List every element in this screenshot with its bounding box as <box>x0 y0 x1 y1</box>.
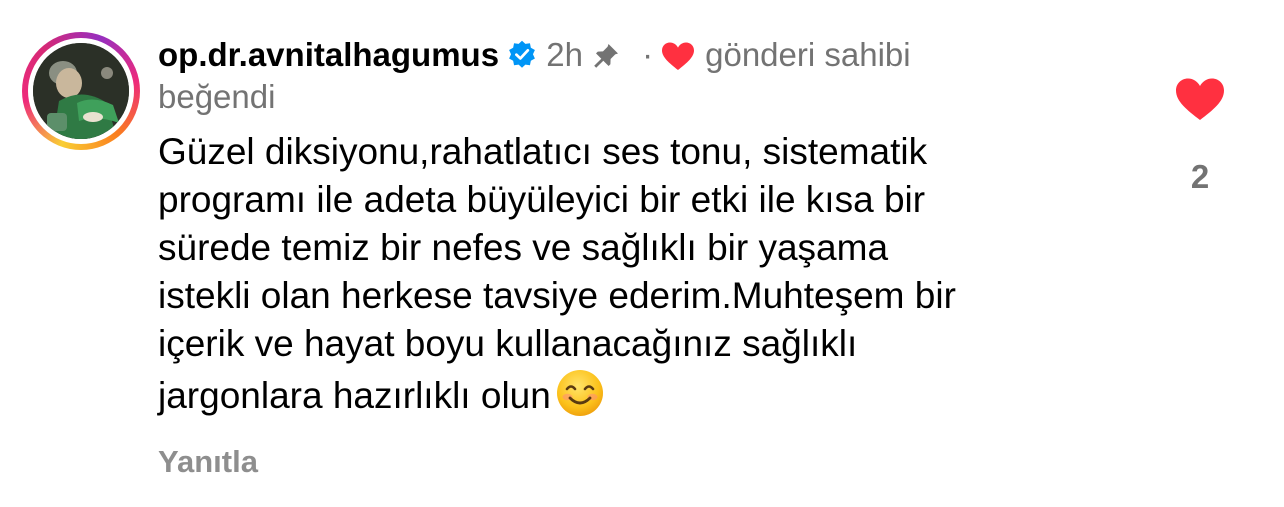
like-count[interactable]: 2 <box>1172 158 1228 196</box>
comment-time: 2h <box>546 36 583 73</box>
owner-label: gönderi sahibi <box>705 36 911 73</box>
smiling-face-emoji-icon <box>556 370 603 416</box>
avatar-photo <box>33 43 129 139</box>
pin-icon <box>594 44 618 68</box>
comment: op.dr.avnitalhagumus 2h · gönderi sahibi… <box>158 34 1168 420</box>
username[interactable]: op.dr.avnitalhagumus <box>158 36 499 73</box>
owner-liked-heart-icon <box>662 42 695 70</box>
verified-badge-icon <box>509 40 535 68</box>
comment-body: Güzel diksiyonu,rahatlatıcı ses tonu, si… <box>158 128 1168 420</box>
reply-button[interactable]: Yanıtla <box>158 444 258 480</box>
avatar[interactable] <box>33 43 129 139</box>
meta-separator: · <box>642 36 654 73</box>
avatar-story-ring[interactable] <box>22 32 140 150</box>
avatar-ring-gap <box>28 38 134 144</box>
like-column: 2 <box>1172 76 1228 196</box>
comment-header: op.dr.avnitalhagumus 2h · gönderi sahibi <box>158 34 1168 76</box>
heart-icon[interactable] <box>1174 76 1226 122</box>
owner-liked-label: beğendi <box>158 78 276 115</box>
